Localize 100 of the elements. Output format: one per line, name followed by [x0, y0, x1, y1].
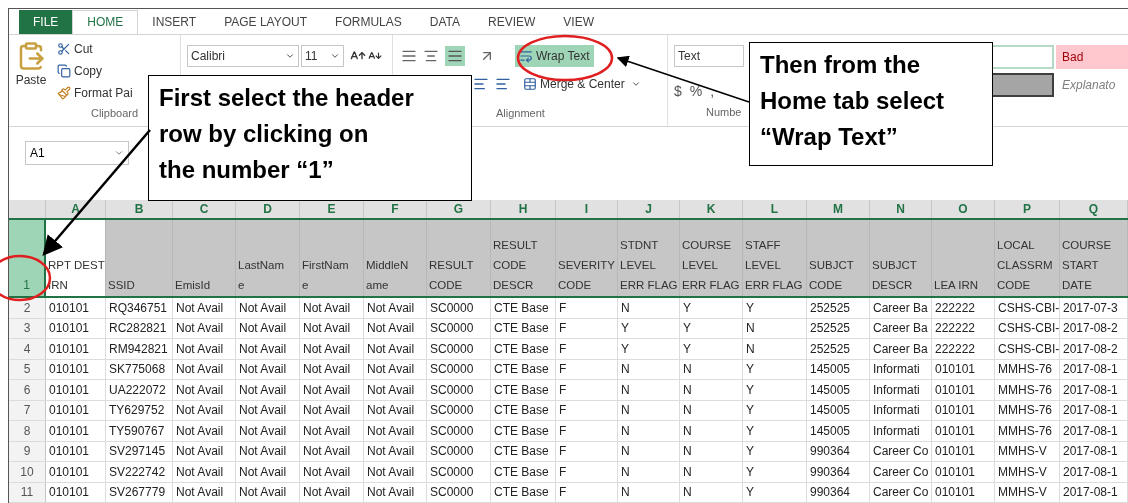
table-cell: 2017-08-1	[1060, 421, 1128, 441]
table-cell: Not Avail	[173, 400, 236, 420]
table-cell: N	[618, 462, 680, 482]
table-cell: Not Avail	[173, 318, 236, 338]
number-format: Text	[678, 47, 700, 65]
row-number[interactable]: 8	[9, 421, 46, 441]
font-name-field[interactable]: Calibri	[187, 44, 299, 67]
column-header[interactable]: N	[870, 199, 932, 218]
table-cell: Not Avail	[173, 359, 236, 379]
table-cell: Not Avail	[236, 318, 300, 338]
column-header[interactable]: O	[932, 199, 995, 218]
align-bottom-icon[interactable]	[445, 45, 465, 66]
ribbon-tab[interactable]: INSERT	[138, 9, 211, 34]
table-cell: 990364	[807, 441, 870, 461]
ribbon-tab[interactable]: REVIEW	[474, 9, 550, 34]
table-cell: 2017-07-3	[1060, 298, 1128, 318]
table-cell: SC0000	[427, 359, 491, 379]
row-number[interactable]: 6	[9, 380, 46, 400]
table-cell: 222222	[932, 298, 995, 318]
table-cell: Not Avail	[236, 421, 300, 441]
cell-style[interactable]: Explanato	[1056, 72, 1128, 97]
column-header[interactable]: A	[46, 199, 106, 218]
copy-button[interactable]: Copy	[57, 60, 133, 81]
table-cell: 2017-08-2	[1060, 318, 1128, 338]
table-cell: 010101	[46, 400, 106, 420]
table-cell: Y	[743, 482, 807, 502]
table-cell: Y	[743, 298, 807, 318]
table-cell: N	[680, 421, 743, 441]
comma-button[interactable]: ,	[710, 80, 715, 102]
column-header[interactable]: K	[680, 199, 743, 218]
table-cell: 010101	[46, 298, 106, 318]
paste-button[interactable]: Paste	[9, 38, 53, 106]
column-header[interactable]: Q	[1060, 199, 1128, 218]
table-cell: Not Avail	[300, 380, 364, 400]
table-cell: Not Avail	[364, 400, 427, 420]
table-cell: Not Avail	[364, 462, 427, 482]
row-number[interactable]: 2	[9, 298, 46, 318]
row-number[interactable]: 10	[9, 462, 46, 482]
font-name: Calibri	[191, 47, 225, 65]
merge-icon	[523, 76, 537, 91]
ribbon-tab[interactable]: VIEW	[549, 9, 608, 34]
table-cell: 010101	[932, 462, 995, 482]
table-cell: N	[680, 462, 743, 482]
cell-style[interactable]: Bad	[1056, 44, 1128, 69]
column-header[interactable]: I	[556, 199, 618, 218]
row-number[interactable]: 4	[9, 339, 46, 359]
table-cell: Not Avail	[236, 380, 300, 400]
group-label: Numbe	[705, 104, 743, 120]
header-cell: LastNam e	[236, 219, 300, 296]
table-cell: Y	[743, 359, 807, 379]
ribbon-tab[interactable]: FORMULAS	[321, 9, 416, 34]
table-cell: RC282821	[106, 318, 173, 338]
table-cell: F	[556, 400, 618, 420]
table-cell: Not Avail	[236, 462, 300, 482]
table-cell: Not Avail	[236, 482, 300, 502]
percent-button[interactable]: %	[689, 80, 703, 102]
table-cell: 145005	[807, 359, 870, 379]
table-cell: Not Avail	[236, 339, 300, 359]
cut-button[interactable]: Cut	[57, 38, 133, 59]
name-box[interactable]: A1	[25, 141, 129, 165]
number-format-field[interactable]: Text	[674, 44, 744, 67]
table-cell: MMHS-76	[995, 359, 1060, 379]
ribbon-tab[interactable]: PAGE LAYOUT	[210, 9, 322, 34]
ribbon-tab[interactable]: FILE	[19, 9, 73, 34]
column-header[interactable]: H	[491, 199, 556, 218]
font-size-field[interactable]: 11	[301, 44, 344, 67]
table-cell: Informati	[870, 421, 932, 441]
table-cell: RM942821	[106, 339, 173, 359]
column-header[interactable]: P	[995, 199, 1060, 218]
currency-button[interactable]: $	[674, 80, 682, 102]
row-number[interactable]: 1	[9, 219, 46, 296]
table-cell: Informati	[870, 400, 932, 420]
column-header[interactable]: M	[807, 199, 870, 218]
table-cell: Y	[743, 380, 807, 400]
header-cell: SSID	[106, 219, 173, 296]
column-header[interactable]: L	[743, 199, 807, 218]
column-header[interactable]: J	[618, 199, 680, 218]
header-cell: LEA IRN	[932, 219, 995, 296]
header-cell: STAFF LEVEL ERR FLAG	[743, 219, 807, 296]
table-cell: CTE Base	[491, 400, 556, 420]
table-cell: 010101	[46, 482, 106, 502]
wrap-text-button[interactable]: Wrap Text	[515, 44, 594, 67]
table-cell: 2017-08-2	[1060, 339, 1128, 359]
header-cell: MiddleN ame	[364, 219, 427, 296]
ribbon-tab[interactable]: HOME	[72, 9, 139, 34]
table-cell: Not Avail	[173, 380, 236, 400]
paintbrush-icon	[57, 85, 71, 100]
table-cell: 2017-08-1	[1060, 380, 1128, 400]
table-cell: 2017-08-1	[1060, 482, 1128, 502]
style-swatch[interactable]	[990, 72, 1054, 97]
table-cell: Career Co	[870, 482, 932, 502]
table-cell: Not Avail	[364, 441, 427, 461]
table-cell: Y	[743, 462, 807, 482]
table-cell: 145005	[807, 421, 870, 441]
ribbon-tab[interactable]: DATA	[415, 9, 474, 34]
table-cell: N	[680, 482, 743, 502]
table-cell: Y	[680, 318, 743, 338]
format-painter-button[interactable]: Format Pai	[57, 82, 133, 103]
table-cell: Not Avail	[364, 380, 427, 400]
header-cell: RESULT CODE	[427, 219, 491, 296]
